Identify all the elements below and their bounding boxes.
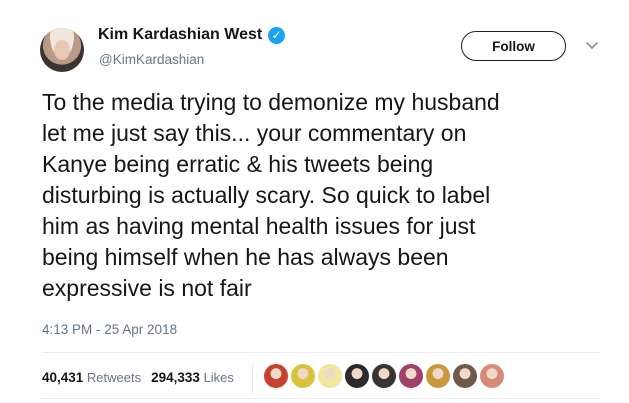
liker-avatar-9[interactable]	[480, 364, 504, 388]
retweets-label: Retweets	[86, 370, 142, 385]
likes-label: Likes	[203, 370, 234, 385]
verified-badge-icon: ✓	[268, 26, 286, 44]
avatar-face	[54, 40, 70, 60]
divider-top	[42, 352, 600, 353]
liker-avatar-4[interactable]	[345, 364, 369, 388]
liker-avatar-8[interactable]	[453, 364, 477, 388]
liker-avatar-5[interactable]	[372, 364, 396, 388]
liker-avatars	[264, 364, 504, 388]
retweets-count: 40,431	[42, 370, 84, 385]
tweet-timestamp[interactable]: 4:13 PM - 25 Apr 2018	[42, 322, 177, 337]
liker-avatar-1[interactable]	[264, 364, 288, 388]
liker-avatar-2[interactable]	[291, 364, 315, 388]
likes-stat[interactable]: 294,333 Likes	[151, 370, 234, 385]
liker-avatar-6[interactable]	[399, 364, 423, 388]
author-avatar[interactable]	[40, 28, 84, 72]
follow-button[interactable]: Follow	[461, 31, 566, 61]
retweets-stat[interactable]: 40,431 Retweets	[42, 370, 141, 385]
author-name[interactable]: Kim Kardashian West	[98, 26, 262, 44]
liker-avatar-7[interactable]	[426, 364, 450, 388]
divider-bottom	[42, 398, 600, 399]
likes-count: 294,333	[151, 370, 200, 385]
liker-avatar-3[interactable]	[318, 364, 342, 388]
chevron-down-icon[interactable]	[585, 38, 599, 52]
author-handle[interactable]: @KimKardashian	[99, 52, 204, 67]
tweet-text: To the media trying to demonize my husba…	[42, 89, 500, 301]
stats-separator	[252, 362, 253, 394]
author-name-row: Kim Kardashian West ✓	[98, 26, 286, 44]
tweet-stats: 40,431 Retweets 294,333 Likes	[42, 370, 234, 385]
